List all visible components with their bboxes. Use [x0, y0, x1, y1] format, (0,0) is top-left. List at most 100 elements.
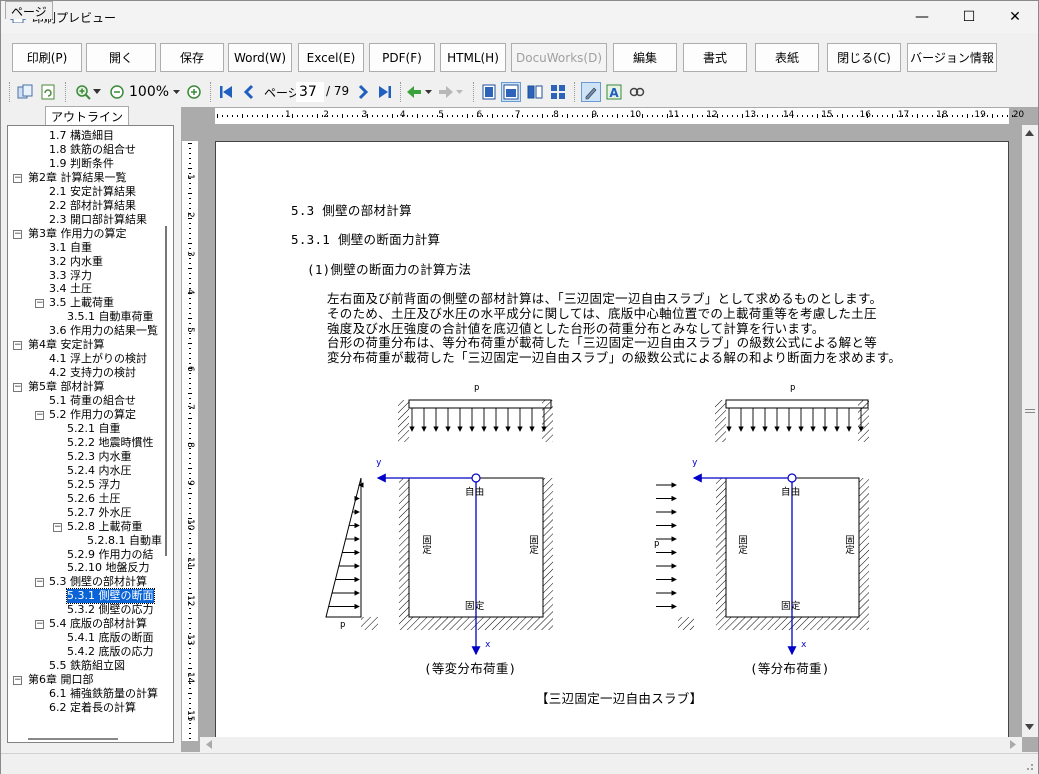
collapse-icon[interactable]: − — [35, 299, 44, 309]
outline-item[interactable]: 5.2.9 作用力の結 — [67, 548, 154, 562]
outline-item[interactable]: 1.9 判断条件 — [49, 157, 114, 171]
collapse-icon[interactable]: − — [35, 411, 44, 420]
multi-page-view-icon[interactable] — [548, 82, 568, 102]
cover-button[interactable]: 表紙 — [755, 43, 819, 72]
word-export-button[interactable]: Word(W) — [228, 43, 292, 72]
outline-item[interactable]: 3.5 上載荷重 — [49, 296, 114, 310]
zoom-out-icon[interactable] — [107, 82, 127, 102]
back-arrow-icon[interactable] — [404, 82, 424, 102]
outline-item[interactable]: 4.1 浮上がりの検討 — [49, 352, 147, 366]
outline-horizontal-scrollbar[interactable] — [8, 730, 163, 742]
open-button[interactable]: 開く — [86, 43, 156, 72]
outline-item[interactable]: 3.5.1 自動車荷重 — [67, 310, 154, 324]
version-info-button[interactable]: バージョン情報 — [907, 43, 997, 72]
outline-item[interactable]: 第2章 計算結果一覧 — [28, 171, 127, 185]
format-button[interactable]: 書式 — [683, 43, 747, 72]
outline-item[interactable]: 6.1 補強鉄筋量の計算 — [49, 687, 158, 701]
excel-export-button[interactable]: Excel(E) — [298, 43, 364, 72]
html-export-button[interactable]: HTML(H) — [440, 43, 506, 72]
hand-tool-icon[interactable] — [581, 82, 601, 102]
outline-item[interactable]: 3.6 作用力の結果一覧 — [49, 324, 158, 338]
outline-item[interactable]: 第6章 開口部 — [28, 673, 94, 687]
zoom-in-icon[interactable] — [73, 82, 93, 102]
collapse-icon[interactable]: − — [13, 173, 22, 183]
outline-item[interactable]: 5.3 側壁の部材計算 — [49, 575, 147, 589]
text-select-icon[interactable]: A — [604, 82, 624, 102]
outline-item[interactable]: 3.4 土圧 — [49, 282, 92, 296]
outline-item[interactable]: 5.4 底版の部材計算 — [49, 617, 147, 631]
outline-item[interactable]: 5.3.2 側壁の応力 — [67, 603, 154, 617]
outline-item[interactable]: 3.1 自重 — [49, 241, 92, 255]
outline-item[interactable]: 5.2.10 地盤反力 — [67, 561, 149, 575]
scroll-left-icon[interactable] — [206, 740, 212, 749]
previous-page-icon[interactable] — [239, 82, 259, 102]
tab-outline[interactable]: アウトライン — [45, 106, 130, 126]
outline-item[interactable]: 5.4.1 底版の断面 — [67, 631, 154, 645]
collapse-icon[interactable]: − — [13, 341, 22, 351]
outline-item[interactable]: 第3章 作用力の算定 — [28, 227, 127, 241]
scroll-up-icon[interactable] — [1025, 130, 1034, 136]
minimize-button[interactable]: — — [899, 1, 945, 33]
outline-item[interactable]: 第5章 部材計算 — [28, 380, 105, 394]
outline-item[interactable]: 1.7 構造細目 — [49, 129, 114, 143]
zoom-level-combo[interactable]: 100% — [129, 83, 183, 101]
outline-item[interactable]: 5.2 作用力の算定 — [49, 408, 136, 422]
outline-item[interactable]: 2.2 部材計算結果 — [49, 199, 136, 213]
outline-item[interactable]: 2.1 安定計算結果 — [49, 185, 136, 199]
edit-button[interactable]: 編集 — [613, 43, 677, 72]
scroll-down-icon[interactable] — [1025, 724, 1034, 730]
outline-item[interactable]: 5.2.1 自重 — [67, 422, 121, 436]
outline-item[interactable]: 2.3 開口部計算結果 — [49, 213, 147, 227]
print-button[interactable]: 印刷(P) — [12, 43, 82, 72]
collapse-icon[interactable]: − — [13, 229, 22, 239]
outline-item[interactable]: 4.2 支持力の検討 — [49, 366, 136, 380]
outline-item[interactable]: 5.5 鉄筋組立図 — [49, 659, 125, 673]
two-page-view-icon[interactable] — [525, 82, 545, 102]
scroll-right-icon[interactable] — [1010, 740, 1016, 749]
outline-item[interactable]: 5.3.1 側壁の断面 — [66, 588, 155, 605]
page-width-view-icon[interactable] — [501, 82, 521, 102]
close-preview-button[interactable]: 閉じる(C) — [827, 43, 901, 72]
collapse-icon[interactable]: − — [35, 578, 44, 588]
single-page-view-icon[interactable] — [479, 82, 499, 102]
collapse-icon[interactable]: − — [13, 383, 22, 393]
tab-pages[interactable]: ページ — [5, 1, 53, 19]
close-button[interactable]: ✕ — [992, 1, 1038, 33]
save-button[interactable]: 保存 — [160, 43, 224, 72]
next-page-icon[interactable] — [353, 82, 373, 102]
outline-item[interactable]: 5.4.2 底版の応力 — [67, 645, 154, 659]
outline-item[interactable]: 5.2.7 外水圧 — [67, 506, 132, 520]
back-dropdown-icon[interactable] — [422, 82, 434, 102]
maximize-button[interactable]: ☐ — [946, 1, 992, 33]
copy-page-icon[interactable] — [15, 82, 35, 102]
resize-grip-icon[interactable] — [1024, 761, 1034, 771]
refresh-icon[interactable] — [38, 82, 58, 102]
pdf-export-button[interactable]: PDF(F) — [369, 43, 435, 72]
collapse-icon[interactable]: − — [13, 676, 22, 686]
zoom-dropdown-icon[interactable] — [91, 82, 103, 102]
preview-vertical-scrollbar[interactable] — [1022, 125, 1038, 737]
outline-item[interactable]: 6.2 定着長の計算 — [49, 701, 136, 715]
outline-item[interactable]: 5.2.4 内水圧 — [67, 464, 132, 478]
outline-vertical-scrollbar[interactable] — [163, 126, 173, 742]
collapse-icon[interactable]: − — [35, 620, 44, 630]
preview-horizontal-scrollbar[interactable] — [200, 737, 1022, 752]
collapse-icon[interactable]: − — [53, 522, 62, 532]
outline-item[interactable]: 5.2.6 土圧 — [67, 492, 121, 506]
outline-item[interactable]: 1.8 鉄筋の組合せ — [49, 143, 136, 157]
outline-item[interactable]: 5.2.8 上載荷重 — [67, 520, 143, 534]
outline-item[interactable]: 5.2.3 内水重 — [67, 450, 132, 464]
first-page-icon[interactable] — [216, 82, 236, 102]
zoom-fit-icon[interactable] — [184, 82, 204, 102]
page-number-input[interactable]: 37 — [296, 82, 324, 102]
outline-item[interactable]: 3.3 浮力 — [49, 269, 92, 283]
outline-item[interactable]: 5.1 荷重の組合せ — [49, 394, 136, 408]
find-text-icon[interactable] — [627, 82, 647, 102]
outline-item[interactable]: 5.2.2 地震時慣性 — [67, 436, 154, 450]
last-page-icon[interactable] — [375, 82, 395, 102]
outline-item[interactable]: 5.2.8.1 自動車 — [87, 534, 162, 548]
outline-item[interactable]: 第4章 安定計算 — [28, 338, 105, 352]
outline-item[interactable]: 3.2 内水重 — [49, 255, 103, 269]
scroll-thumb[interactable] — [1025, 409, 1035, 413]
outline-item[interactable]: 5.2.5 浮力 — [67, 478, 121, 492]
